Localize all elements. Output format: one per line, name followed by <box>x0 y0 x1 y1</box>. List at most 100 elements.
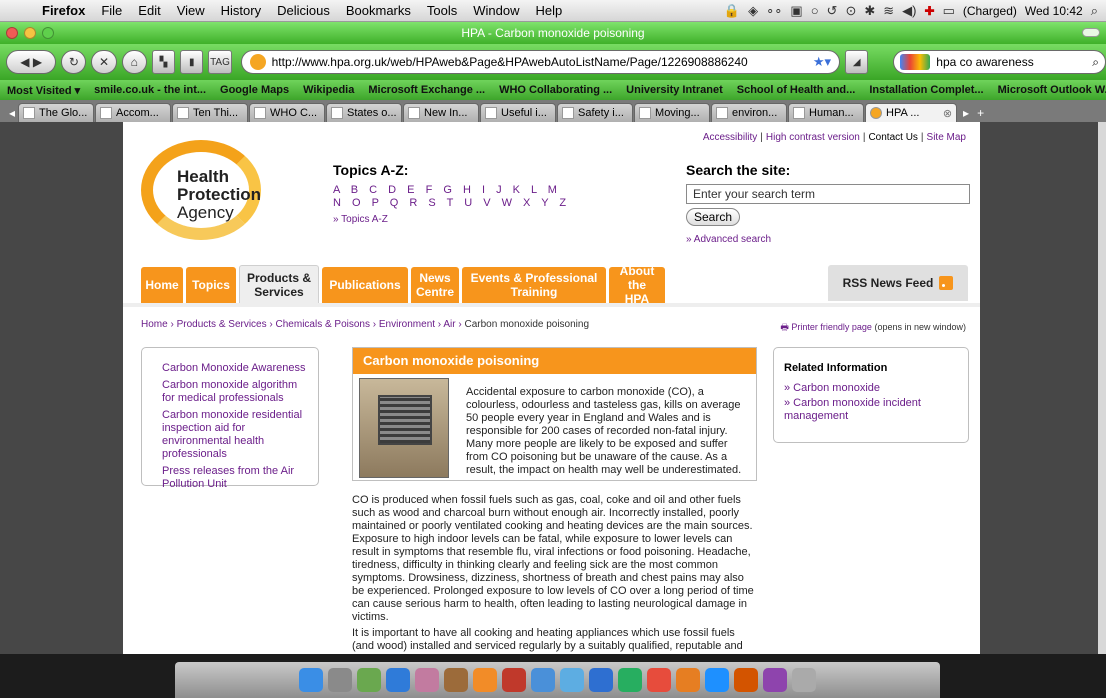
grid-icon[interactable]: ▣ <box>790 3 802 19</box>
firefox-icon[interactable] <box>676 668 700 692</box>
bluetooth-icon[interactable]: ✱ <box>864 3 875 19</box>
high-contrast-link[interactable]: High contrast version <box>766 132 860 143</box>
nav-publications[interactable]: Publications <box>322 267 408 303</box>
onenote-icon[interactable] <box>763 668 787 692</box>
related-link-incident[interactable]: » Carbon monoxide incident management <box>784 397 958 423</box>
addon-button-1[interactable]: ▚ <box>151 50 176 74</box>
google-icon[interactable] <box>900 54 931 70</box>
tab-scroll-left-icon[interactable]: ◂ <box>6 103 18 122</box>
breadcrumb-environment[interactable]: Environment <box>379 319 435 330</box>
toolbar-toggle-button[interactable] <box>1082 28 1100 37</box>
reload-button[interactable]: ↻ <box>61 50 87 74</box>
web-search-input[interactable] <box>936 55 1087 69</box>
nav-events-training[interactable]: Events & Professional Training <box>462 267 606 303</box>
vlc-icon[interactable] <box>473 668 497 692</box>
minimize-window-button[interactable] <box>24 27 36 39</box>
forward-icon[interactable]: ▶ <box>33 55 42 69</box>
stop-button[interactable]: ✕ <box>91 50 117 74</box>
powerpoint-icon[interactable] <box>734 668 758 692</box>
breadcrumb-air[interactable]: Air <box>443 319 455 330</box>
battery-icon[interactable]: ▭ <box>943 3 955 19</box>
zoom-window-button[interactable] <box>42 27 54 39</box>
browser-tab[interactable]: WHO C... <box>249 103 326 122</box>
nav-about-hpa[interactable]: About the HPA <box>609 264 665 306</box>
itunes-icon[interactable] <box>502 668 526 692</box>
bookmark-item[interactable]: School of Health and... <box>730 84 863 96</box>
browser-tab[interactable]: The Glo... <box>18 103 95 122</box>
bookmark-item[interactable]: Most Visited ▾ <box>0 84 87 97</box>
back-forward-button[interactable]: ◀ ▶ <box>6 50 57 74</box>
nav-products-services[interactable]: Products & Services <box>239 265 319 303</box>
wifi-icon[interactable]: ≋ <box>883 3 894 19</box>
link-co-awareness[interactable]: Carbon Monoxide Awareness <box>162 362 310 375</box>
bookmark-item[interactable]: Installation Complet... <box>862 84 990 96</box>
spotlight-icon[interactable]: ⌕ <box>1091 3 1098 19</box>
clock[interactable]: Wed 10:42 <box>1025 4 1083 18</box>
link-co-inspection-aid[interactable]: Carbon monoxide residential inspection a… <box>162 409 310 461</box>
bookmark-item[interactable]: Google Maps <box>213 84 296 96</box>
time-machine-icon[interactable]: ⊙ <box>845 3 856 19</box>
site-search-input[interactable]: Enter your search term <box>686 184 970 204</box>
feed-button[interactable]: ◢ <box>845 50 869 74</box>
bookmark-item[interactable]: Wikipedia <box>296 84 361 96</box>
trash-icon[interactable] <box>792 668 816 692</box>
url-text[interactable]: http://www.hpa.org.uk/web/HPAweb&Page&HP… <box>272 55 807 69</box>
menu-view[interactable]: View <box>169 3 213 18</box>
menu-bookmarks[interactable]: Bookmarks <box>338 3 419 18</box>
advanced-search-link[interactable]: » Advanced search <box>686 234 970 245</box>
rss-news-feed[interactable]: RSS News Feed <box>828 265 968 301</box>
breadcrumb-home[interactable]: Home <box>141 319 168 330</box>
preview-icon[interactable] <box>415 668 439 692</box>
flag-icon[interactable]: ✚ <box>925 4 935 18</box>
nav-topics[interactable]: Topics <box>186 267 236 303</box>
photos-icon[interactable] <box>357 668 381 692</box>
bookmark-item[interactable]: Microsoft Exchange ... <box>361 84 492 96</box>
menu-app[interactable]: Firefox <box>34 3 93 18</box>
nav-news-centre[interactable]: News Centre <box>411 267 459 303</box>
topics-letters-row[interactable]: N O P Q R S T U V W X Y Z <box>333 197 570 210</box>
volume-icon[interactable]: ◀) <box>902 3 916 19</box>
tab-scroll-right-icon[interactable]: ▸ <box>960 103 972 122</box>
scrollbar[interactable] <box>1098 122 1106 654</box>
topics-az-link[interactable]: » Topics A-Z <box>333 214 570 225</box>
safari-icon[interactable] <box>386 668 410 692</box>
bookmark-star-icon[interactable]: ★▾ <box>813 54 831 70</box>
finder-icon[interactable] <box>299 668 323 692</box>
new-tab-icon[interactable]: + <box>974 103 987 122</box>
system-prefs-icon[interactable] <box>328 668 352 692</box>
bookmark-item[interactable]: WHO Collaborating ... <box>492 84 619 96</box>
close-window-button[interactable] <box>6 27 18 39</box>
browser-tab[interactable]: States o... <box>326 103 403 122</box>
printer-icon[interactable]: 🖶 <box>780 322 789 332</box>
bookmark-item[interactable]: University Intranet <box>619 84 730 96</box>
skype-icon[interactable] <box>705 668 729 692</box>
link-press-releases[interactable]: Press releases from the Air Pollution Un… <box>162 465 310 491</box>
printer-friendly-link[interactable]: Printer friendly page <box>791 322 872 332</box>
browser-tab[interactable]: Human... <box>788 103 865 122</box>
close-tab-icon[interactable]: ⊗ <box>943 107 952 120</box>
browser-tab-active[interactable]: HPA ... ⊗ <box>865 103 958 122</box>
chat-icon[interactable] <box>560 668 584 692</box>
sync-icon[interactable]: ↺ <box>827 3 838 19</box>
browser-tab[interactable]: Accom... <box>95 103 172 122</box>
menu-file[interactable]: File <box>93 3 130 18</box>
topics-letters-row[interactable]: A B C D E F G H I J K L M <box>333 184 570 197</box>
browser-tab[interactable]: Safety i... <box>557 103 634 122</box>
address-book-icon[interactable] <box>444 668 468 692</box>
mail-icon[interactable] <box>531 668 555 692</box>
breadcrumb-products[interactable]: Products & Services <box>177 319 267 330</box>
browser-tab[interactable]: New In... <box>403 103 480 122</box>
menu-help[interactable]: Help <box>528 3 571 18</box>
url-bar[interactable]: http://www.hpa.org.uk/web/HPAweb&Page&HP… <box>240 50 841 74</box>
activity-icon[interactable]: ∘∘ <box>766 3 782 19</box>
ical-icon[interactable] <box>647 668 671 692</box>
lock-icon[interactable]: 🔒 <box>724 3 740 19</box>
site-map-link[interactable]: Site Map <box>927 132 966 143</box>
menu-history[interactable]: History <box>213 3 269 18</box>
web-search-box[interactable]: ⌕ <box>893 50 1106 74</box>
search-button[interactable]: Search <box>686 208 741 226</box>
word-icon[interactable] <box>589 668 613 692</box>
home-button[interactable]: ⌂ <box>121 50 147 74</box>
bookmark-item[interactable]: smile.co.uk - the int... <box>87 84 213 96</box>
excel-icon[interactable] <box>618 668 642 692</box>
